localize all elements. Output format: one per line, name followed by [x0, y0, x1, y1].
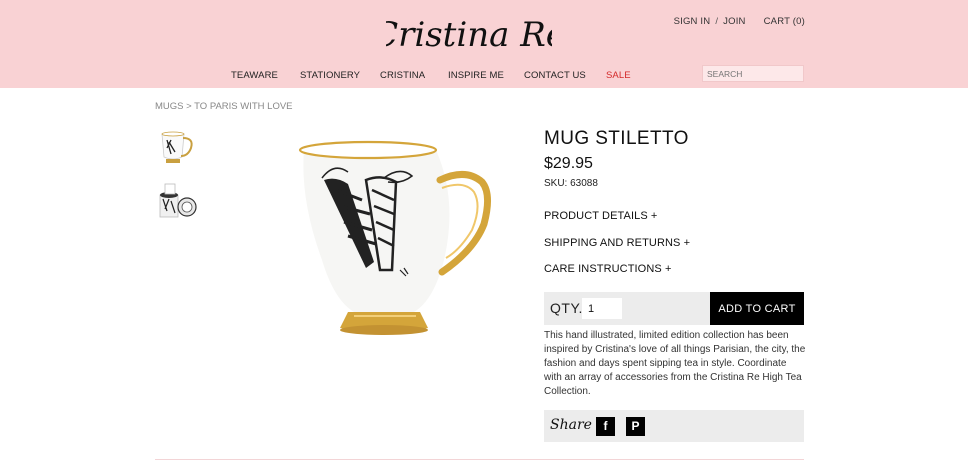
nav-cristina[interactable]: CRISTINA	[380, 70, 425, 81]
gift-box-thumbnail-icon	[159, 183, 197, 218]
share-label: Share	[550, 417, 592, 433]
breadcrumb: MUGS > TO PARIS WITH LOVE	[155, 101, 293, 112]
product-title: MUG STILETTO	[544, 128, 689, 149]
breadcrumb-path[interactable]: MUGS > TO PARIS WITH LOVE	[155, 101, 293, 112]
shipping-returns-toggle[interactable]: SHIPPING AND RETURNS +	[544, 237, 690, 249]
product-price: $29.95	[544, 155, 593, 172]
facebook-icon[interactable]: f	[596, 417, 615, 436]
site-header: Cristina Re SIGN IN / JOIN CART (0) TEAW…	[0, 0, 968, 88]
search-input[interactable]	[702, 65, 804, 82]
product-details-toggle[interactable]: PRODUCT DETAILS +	[544, 210, 657, 222]
product-sku: SKU: 63088	[544, 178, 598, 189]
main-nav: TEAWARE STATIONERY CRISTINA INSPIRE ME C…	[0, 70, 968, 82]
add-to-cart-button[interactable]: ADD TO CART	[710, 292, 804, 325]
thumbnail-mug[interactable]	[157, 128, 197, 168]
nav-contact-us[interactable]: CONTACT US	[524, 70, 586, 81]
nav-sale[interactable]: SALE	[606, 70, 631, 81]
join-link[interactable]: JOIN	[723, 16, 745, 27]
sign-in-link[interactable]: SIGN IN	[674, 16, 711, 27]
care-instructions-toggle[interactable]: CARE INSTRUCTIONS +	[544, 263, 672, 275]
nav-stationery[interactable]: STATIONERY	[300, 70, 360, 81]
pinterest-icon[interactable]: P	[626, 417, 645, 436]
thumbnail-gift-box[interactable]	[157, 181, 197, 221]
product-description: This hand illustrated, limited edition c…	[544, 330, 806, 397]
divider	[155, 459, 804, 460]
product-main-image	[298, 140, 491, 335]
logo-text: Cristina Re	[386, 15, 552, 55]
quantity-input[interactable]	[582, 298, 622, 319]
mug-thumbnail-icon	[161, 131, 193, 163]
qty-label: QTY.	[550, 300, 583, 316]
account-links: SIGN IN / JOIN CART (0)	[674, 16, 805, 27]
nav-teaware[interactable]: TEAWARE	[231, 70, 278, 81]
cart-link[interactable]: CART (0)	[764, 16, 805, 27]
account-separator: /	[715, 16, 719, 27]
nav-inspire-me[interactable]: INSPIRE ME	[448, 70, 504, 81]
brand-logo[interactable]: Cristina Re	[386, 12, 552, 56]
